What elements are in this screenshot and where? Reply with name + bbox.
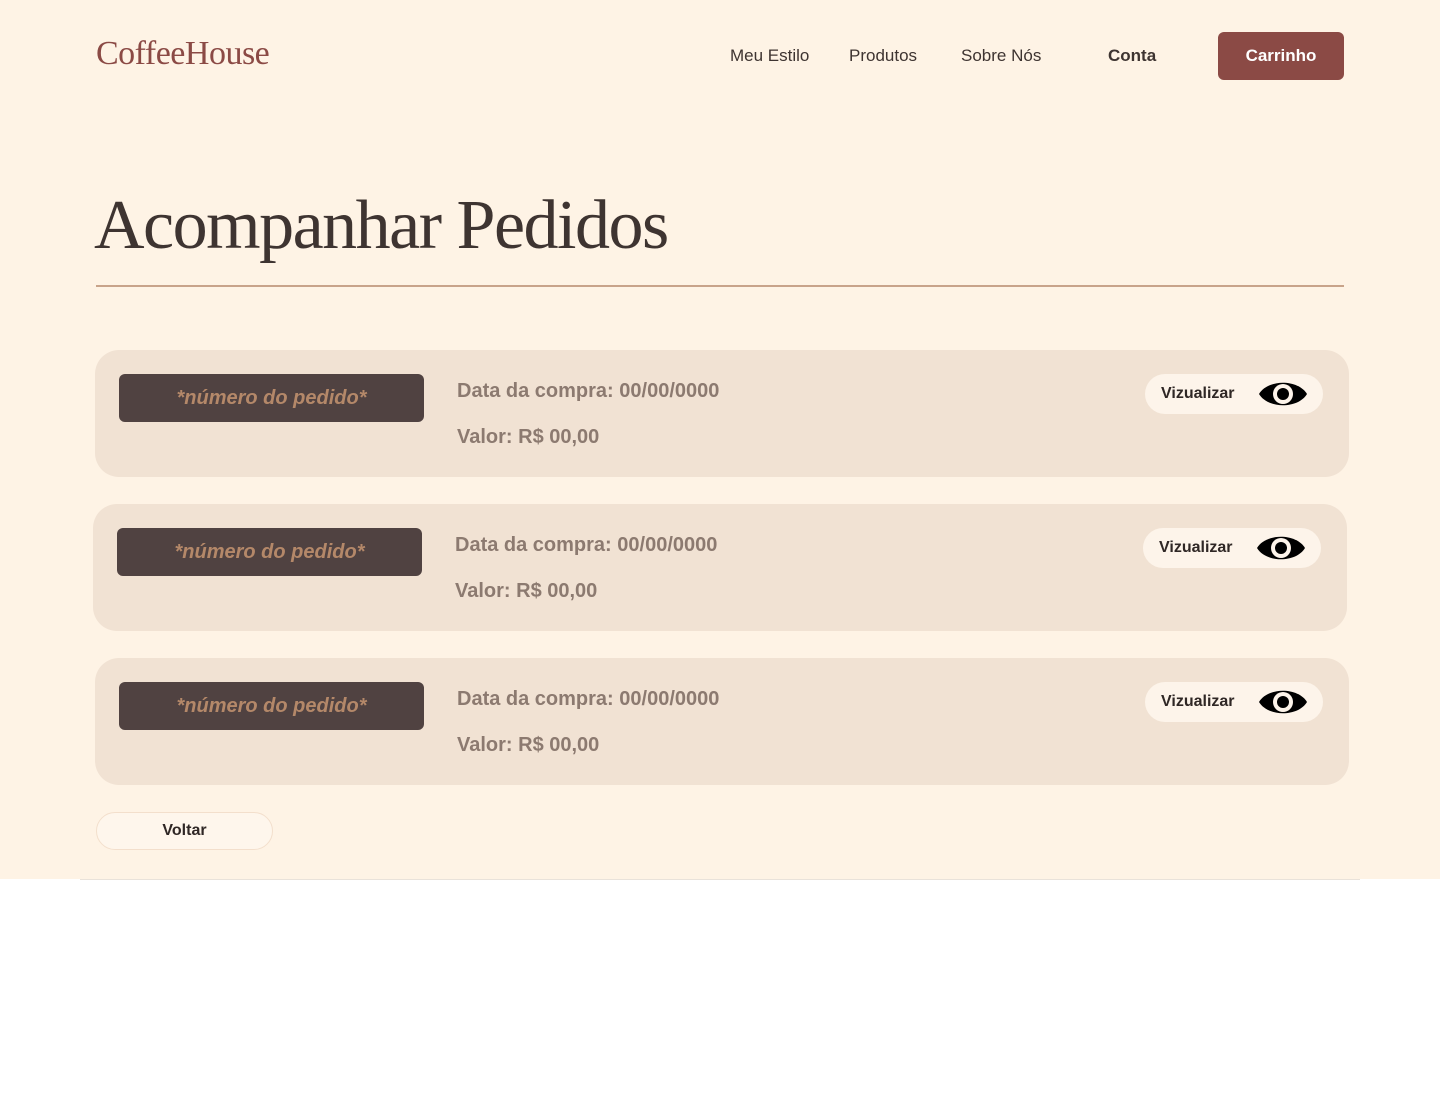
view-order-button[interactable]: Vizualizar (1143, 528, 1321, 568)
view-order-label: Vizualizar (1159, 539, 1233, 556)
view-order-label: Vizualizar (1161, 693, 1235, 710)
logo[interactable]: CoffeeHouse (96, 32, 270, 76)
order-value: Valor: R$ 00,00 (457, 426, 600, 448)
eye-icon (1257, 536, 1305, 560)
view-order-button[interactable]: Vizualizar (1145, 682, 1323, 722)
eye-icon (1259, 382, 1307, 406)
nav-produtos[interactable]: Produtos (849, 44, 917, 68)
nav-sobre-nos[interactable]: Sobre Nós (961, 44, 1041, 68)
eye-icon (1259, 690, 1307, 714)
section-divider (80, 879, 1360, 880)
nav-meu-estilo[interactable]: Meu Estilo (730, 44, 809, 68)
page-title: Acompanhar Pedidos (94, 187, 669, 264)
order-card: *número do pedido* Data da compra: 00/00… (95, 350, 1349, 477)
view-order-label: Vizualizar (1161, 385, 1235, 402)
nav-conta[interactable]: Conta (1108, 44, 1156, 68)
back-button[interactable]: Voltar (96, 812, 273, 850)
page: CoffeeHouse Meu Estilo Produtos Sobre Nó… (0, 0, 1440, 1116)
title-divider (96, 285, 1344, 287)
order-date: Data da compra: 00/00/0000 (457, 688, 720, 710)
order-card: *número do pedido* Data da compra: 00/00… (95, 658, 1349, 785)
order-date: Data da compra: 00/00/0000 (457, 380, 720, 402)
cart-button[interactable]: Carrinho (1218, 32, 1344, 80)
view-order-button[interactable]: Vizualizar (1145, 374, 1323, 414)
order-number-badge: *número do pedido* (117, 528, 422, 576)
order-number-badge: *número do pedido* (119, 374, 424, 422)
order-card: *número do pedido* Data da compra: 00/00… (93, 504, 1347, 631)
order-date: Data da compra: 00/00/0000 (455, 534, 718, 556)
order-number-badge: *número do pedido* (119, 682, 424, 730)
order-value: Valor: R$ 00,00 (457, 734, 600, 756)
order-value: Valor: R$ 00,00 (455, 580, 598, 602)
